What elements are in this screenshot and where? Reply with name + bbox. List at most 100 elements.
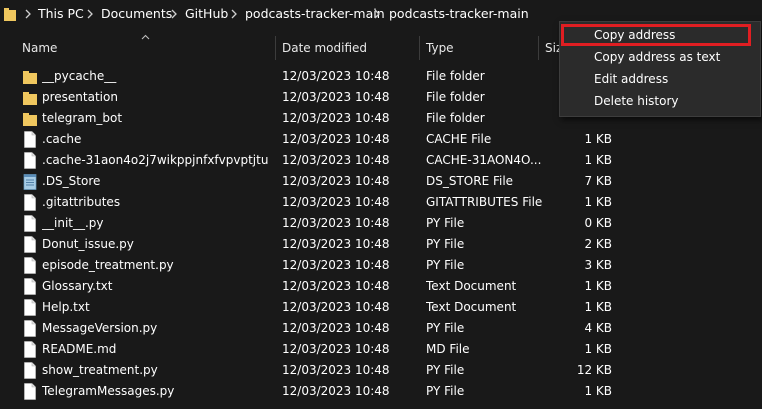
file-date-modified: 12/03/2023 10:48: [282, 321, 390, 335]
file-name: .gitattributes: [42, 195, 121, 209]
file-date-modified: 12/03/2023 10:48: [282, 69, 390, 83]
file-date-modified: 12/03/2023 10:48: [282, 111, 390, 125]
column-divider[interactable]: [275, 36, 276, 60]
breadcrumb-item[interactable]: podcasts-tracker-main: [389, 6, 529, 21]
file-row[interactable]: episode_treatment.py 12/03/2023 10:48 PY F…: [0, 255, 762, 276]
file-date-modified: 12/03/2023 10:48: [282, 153, 390, 167]
menu-item-label: Edit address: [594, 72, 669, 86]
file-type: File folder: [426, 90, 485, 104]
file-type: File folder: [426, 69, 485, 83]
file-name: Glossary.txt: [42, 279, 113, 293]
file-row[interactable]: TelegramMessages.py 12/03/2023 10:48 PY Fi…: [0, 381, 762, 402]
file-icon: [24, 299, 36, 316]
chevron-right-icon: [87, 9, 93, 19]
file-type: MD File: [426, 342, 470, 356]
file-icon: [24, 341, 36, 358]
file-size: 1 KB: [584, 132, 612, 146]
file-size: 0 KB: [584, 216, 612, 230]
sort-ascending-icon: [141, 34, 150, 40]
file-explorer-window: This PC Documents GitHub podcasts-tracke…: [0, 0, 762, 409]
file-type: CACHE-31AON4O...: [426, 153, 542, 167]
file-name: .cache-31aon4o2j7wikppjnfxfvpvptjtu: [42, 153, 269, 167]
file-size: 1 KB: [584, 300, 612, 314]
file-icon: [24, 362, 36, 379]
notepad-icon: [23, 174, 37, 190]
file-row[interactable]: Glossary.txt 12/03/2023 10:48 Text Documen…: [0, 276, 762, 297]
file-size: 1 KB: [584, 195, 612, 209]
file-size: 1 KB: [584, 279, 612, 293]
file-row[interactable]: .cache-31aon4o2j7wikppjnfxfvpvptjtu 12/03…: [0, 150, 762, 171]
file-icon: [24, 152, 36, 169]
file-date-modified: 12/03/2023 10:48: [282, 384, 390, 398]
file-name: show_treatment.py: [42, 363, 158, 377]
menu-item-label: Delete history: [594, 94, 679, 108]
breadcrumb-item[interactable]: Documents: [101, 6, 172, 21]
file-type: PY File: [426, 216, 465, 230]
file-name: presentation: [42, 90, 118, 104]
file-icon: [24, 194, 36, 211]
file-icon: [24, 278, 36, 295]
file-date-modified: 12/03/2023 10:48: [282, 363, 390, 377]
file-row[interactable]: Donut_issue.py 12/03/2023 10:48 PY File 2 K…: [0, 234, 762, 255]
menu-item-delete-history[interactable]: Delete history: [560, 91, 760, 113]
file-size: 1 KB: [584, 384, 612, 398]
menu-item-edit-address[interactable]: Edit address: [560, 69, 760, 91]
file-date-modified: 12/03/2023 10:48: [282, 90, 390, 104]
file-size: 7 KB: [584, 174, 612, 188]
file-row[interactable]: __init__.py 12/03/2023 10:48 PY File 0 KB: [0, 213, 762, 234]
column-divider[interactable]: [419, 36, 420, 60]
file-date-modified: 12/03/2023 10:48: [282, 342, 390, 356]
file-size: 4 KB: [584, 321, 612, 335]
file-date-modified: 12/03/2023 10:48: [282, 237, 390, 251]
file-size: 12 KB: [576, 363, 612, 377]
file-date-modified: 12/03/2023 10:48: [282, 132, 390, 146]
file-date-modified: 12/03/2023 10:48: [282, 216, 390, 230]
file-icon: [24, 215, 36, 232]
file-row[interactable]: Help.txt 12/03/2023 10:48 Text Document 1 K…: [0, 297, 762, 318]
file-icon: [24, 236, 36, 253]
column-divider[interactable]: [538, 36, 539, 60]
file-name: MessageVersion.py: [42, 321, 158, 335]
column-name[interactable]: Name: [22, 41, 57, 55]
file-type: File folder: [426, 111, 485, 125]
menu-item-copy-address-as-text[interactable]: Copy address as text: [560, 47, 760, 69]
chevron-right-icon: [25, 9, 31, 19]
file-icon: [24, 131, 36, 148]
breadcrumb-item[interactable]: podcasts-tracker-main: [245, 6, 385, 21]
folder-icon: [4, 8, 16, 21]
file-icon: [24, 257, 36, 274]
breadcrumb-item[interactable]: GitHub: [185, 6, 228, 21]
file-name: Donut_issue.py: [42, 237, 134, 251]
breadcrumb-item[interactable]: This PC: [38, 6, 84, 21]
file-date-modified: 12/03/2023 10:48: [282, 258, 390, 272]
folder-icon: [23, 71, 37, 84]
file-name: __pycache__: [42, 69, 117, 83]
file-type: CACHE File: [426, 132, 492, 146]
file-row[interactable]: README.md 12/03/2023 10:48 MD File 1 KB: [0, 339, 762, 360]
column-date-modified[interactable]: Date modified: [282, 41, 367, 55]
file-name: TelegramMessages.py: [42, 384, 175, 398]
file-name: .cache: [42, 132, 82, 146]
file-name: episode_treatment.py: [42, 258, 174, 272]
file-name: __init__.py: [42, 216, 104, 230]
file-size: 3 KB: [584, 258, 612, 272]
file-type: Text Document: [426, 279, 517, 293]
file-row[interactable]: .DS_Store 12/03/2023 10:48 DS_STORE File 7 …: [0, 171, 762, 192]
file-size: 2 KB: [584, 237, 612, 251]
chevron-right-icon: [231, 9, 237, 19]
file-row[interactable]: MessageVersion.py 12/03/2023 10:48 PY File…: [0, 318, 762, 339]
highlight-box: [561, 24, 751, 46]
file-type: PY File: [426, 237, 465, 251]
file-size: 1 KB: [584, 153, 612, 167]
file-row[interactable]: .cache 12/03/2023 10:48 CACHE File 1 KB: [0, 129, 762, 150]
address-context-menu: Copy address Copy address as text Edit a…: [559, 21, 761, 117]
file-type: PY File: [426, 363, 465, 377]
file-row[interactable]: show_treatment.py 12/03/2023 10:48 PY File…: [0, 360, 762, 381]
file-date-modified: 12/03/2023 10:48: [282, 195, 390, 209]
file-row[interactable]: .gitattributes 12/03/2023 10:48 GITATTRIBU…: [0, 192, 762, 213]
menu-item-label: Copy address as text: [594, 50, 721, 64]
file-type: GITATTRIBUTES File: [426, 195, 543, 209]
file-type: Text Document: [426, 300, 517, 314]
file-type: PY File: [426, 258, 465, 272]
column-type[interactable]: Type: [426, 41, 454, 55]
